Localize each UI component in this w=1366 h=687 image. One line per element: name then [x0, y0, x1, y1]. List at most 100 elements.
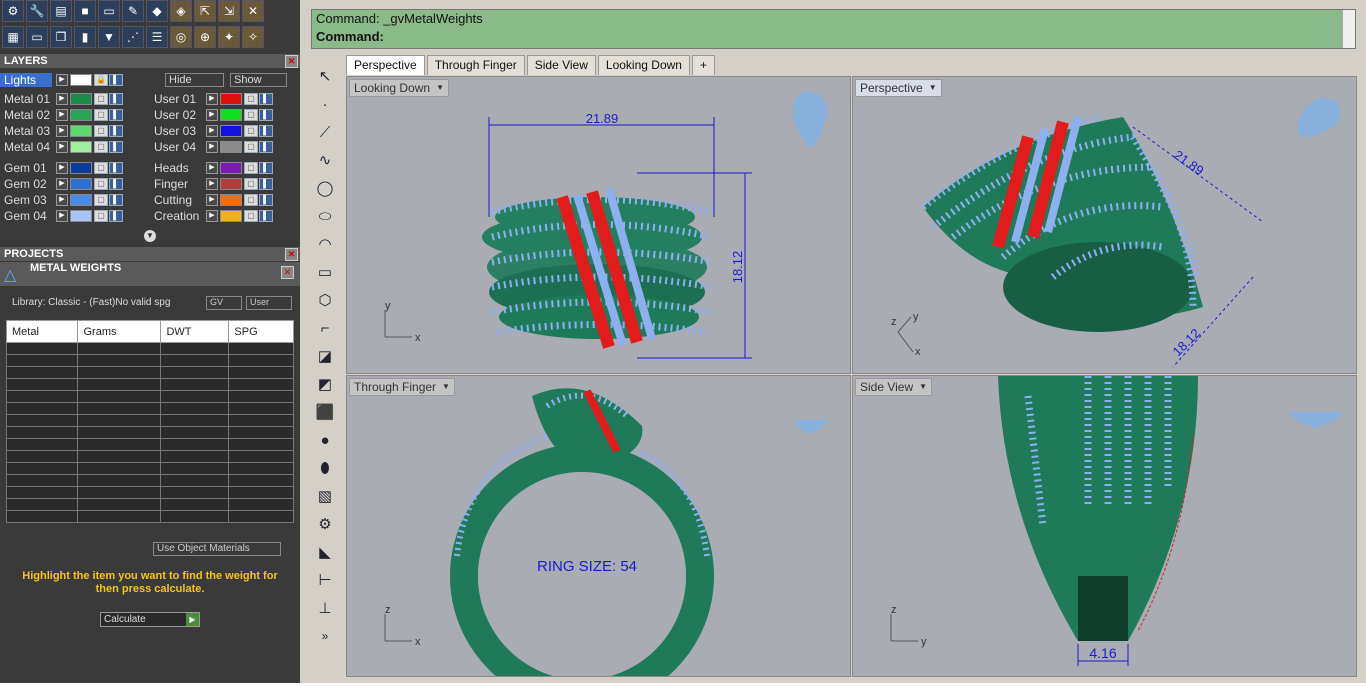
layer-color-swatch[interactable] — [220, 210, 242, 222]
lock-icon[interactable]: ▢ — [94, 109, 108, 121]
table-row[interactable] — [5, 390, 294, 403]
layer-name[interactable]: Metal 04 — [0, 140, 56, 154]
expand-arrow-icon[interactable]: ▶ — [206, 162, 218, 174]
box-icon[interactable]: ❒ — [50, 26, 72, 48]
expand-arrow-icon[interactable]: ▶ — [56, 210, 68, 222]
lock-icon[interactable]: ▢ — [244, 93, 258, 105]
fillet-icon[interactable]: ⌐ — [313, 316, 337, 340]
layer-row[interactable]: Metal 04 ▶ ▢ ▌ — [0, 139, 124, 155]
lights-color-swatch[interactable] — [70, 74, 92, 86]
expand-arrow-icon[interactable]: ▶ — [206, 210, 218, 222]
layer-color-swatch[interactable] — [70, 93, 92, 105]
close-icon[interactable]: ✕ — [285, 55, 298, 68]
layer-name[interactable]: Gem 03 — [0, 193, 56, 207]
expand-arrow-icon[interactable]: ▶ — [56, 93, 68, 105]
monitor-icon[interactable]: ▭ — [26, 26, 48, 48]
dimension-icon[interactable]: ⊢ — [313, 568, 337, 592]
document-icon[interactable]: ▭ — [98, 0, 120, 22]
visibility-icon[interactable]: ▌ — [259, 125, 273, 137]
lock-icon[interactable]: ▢ — [244, 162, 258, 174]
visibility-icon[interactable]: ▌ — [259, 210, 273, 222]
expand-arrow-icon[interactable]: ▶ — [56, 141, 68, 153]
command-area[interactable]: Command: _gvMetalWeights Command: — [311, 9, 1356, 49]
layer-name[interactable]: Cutting — [150, 193, 206, 207]
table-row[interactable] — [5, 462, 294, 475]
settings-icon[interactable]: ⚙ — [2, 0, 24, 22]
layer-color-swatch[interactable] — [220, 162, 242, 174]
surface-icon[interactable]: ◪ — [313, 344, 337, 368]
hide-button[interactable]: Hide — [165, 73, 224, 87]
expand-arrow-icon[interactable]: ▶ — [56, 178, 68, 190]
visibility-icon[interactable]: ▌ — [109, 178, 123, 190]
expand-arrow-icon[interactable]: ▶ — [206, 194, 218, 206]
layer-color-swatch[interactable] — [70, 109, 92, 121]
table-row[interactable] — [5, 426, 294, 439]
wrench-icon[interactable]: 🔧 — [26, 0, 48, 22]
layer-name[interactable]: User 01 — [150, 92, 206, 106]
visibility-icon[interactable]: ▌ — [109, 125, 123, 137]
tab-side-view[interactable]: Side View — [526, 55, 596, 75]
expand-arrow-icon[interactable]: ▶ — [206, 109, 218, 121]
layer-row[interactable]: Cutting ▶ ▢ ▌ — [150, 192, 274, 208]
table-row[interactable] — [5, 378, 294, 391]
table-row[interactable] — [5, 498, 294, 511]
command-prompt[interactable]: Command: — [312, 28, 1355, 46]
transform-icon[interactable]: ◣ — [313, 540, 337, 564]
table-row[interactable] — [5, 438, 294, 451]
cylinder-icon[interactable]: ⬮ — [313, 456, 337, 480]
layer-name[interactable]: Gem 04 — [0, 209, 56, 223]
layer-row[interactable]: Creation ▶ ▢ ▌ — [150, 208, 274, 224]
layer-name[interactable]: User 04 — [150, 140, 206, 154]
add-tab-button[interactable]: + — [691, 55, 715, 75]
layer-row[interactable]: Gem 02 ▶ ▢ ▌ — [0, 176, 124, 192]
layer-color-swatch[interactable] — [220, 194, 242, 206]
lock-icon[interactable]: ▢ — [244, 109, 258, 121]
visibility-icon[interactable]: ▌ — [109, 210, 123, 222]
layer-row[interactable]: Gem 01 ▶ ▢ ▌ — [0, 160, 124, 176]
viewport-side-view[interactable]: Side View ▼ 4.16 y z — [852, 375, 1357, 677]
use-object-materials-field[interactable]: Use Object Materials — [153, 542, 281, 556]
circle-icon[interactable]: ◯ — [313, 176, 337, 200]
visibility-icon[interactable]: ▌ — [109, 74, 123, 86]
layer-name[interactable]: Finger — [150, 177, 206, 191]
spark-icon[interactable]: ✦ — [218, 26, 240, 48]
layer-row[interactable]: Gem 03 ▶ ▢ ▌ — [0, 192, 124, 208]
grid-icon[interactable]: ▦ — [2, 26, 24, 48]
visibility-icon[interactable]: ▌ — [259, 93, 273, 105]
layer-row[interactable]: Metal 02 ▶ ▢ ▌ — [0, 107, 124, 123]
show-button[interactable]: Show — [230, 73, 287, 87]
expand-arrow-icon[interactable]: ▶ — [56, 194, 68, 206]
viewport-looking-down[interactable]: Looking Down ▼ 21.89 18.12 x y — [346, 76, 851, 374]
close-icon[interactable]: ✕ — [285, 248, 298, 261]
lights-label[interactable]: Lights — [0, 73, 52, 87]
layer-color-swatch[interactable] — [70, 178, 92, 190]
visibility-icon[interactable]: ▌ — [259, 178, 273, 190]
lock-icon[interactable]: ▢ — [94, 125, 108, 137]
layer-row[interactable]: User 01 ▶ ▢ ▌ — [150, 91, 274, 107]
sphere-icon[interactable]: ● — [313, 428, 337, 452]
cube-icon[interactable]: ■ — [74, 0, 96, 22]
filter-icon[interactable]: ▼ — [98, 26, 120, 48]
visibility-icon[interactable]: ▌ — [259, 141, 273, 153]
analyze-icon[interactable]: ⊥ — [313, 596, 337, 620]
arc-icon[interactable]: ◠ — [313, 232, 337, 256]
lock-icon[interactable]: ▢ — [244, 141, 258, 153]
sweep-icon[interactable]: ◩ — [313, 372, 337, 396]
expand-arrow-icon[interactable]: ▶ — [206, 178, 218, 190]
mesh-icon[interactable]: ▧ — [313, 484, 337, 508]
table-row[interactable] — [5, 342, 294, 355]
layer-row[interactable]: User 04 ▶ ▢ ▌ — [150, 139, 274, 155]
expand-arrow-icon[interactable]: ▶ — [56, 125, 68, 137]
layer-color-swatch[interactable] — [70, 210, 92, 222]
close-tool-icon[interactable]: ✕ — [242, 0, 264, 22]
layer-color-swatch[interactable] — [220, 178, 242, 190]
solid-box-icon[interactable]: ⬛ — [313, 400, 337, 424]
layer-row[interactable]: Heads ▶ ▢ ▌ — [150, 160, 274, 176]
table-row[interactable] — [5, 486, 294, 499]
pencil-icon[interactable]: ✎ — [122, 0, 144, 22]
layer-row[interactable]: Metal 01 ▶ ▢ ▌ — [0, 91, 124, 107]
close-icon[interactable]: ✕ — [281, 266, 294, 279]
table-row[interactable] — [5, 354, 294, 367]
lock-icon[interactable]: 🔒 — [94, 74, 108, 86]
render-icon[interactable]: ◈ — [170, 0, 192, 22]
